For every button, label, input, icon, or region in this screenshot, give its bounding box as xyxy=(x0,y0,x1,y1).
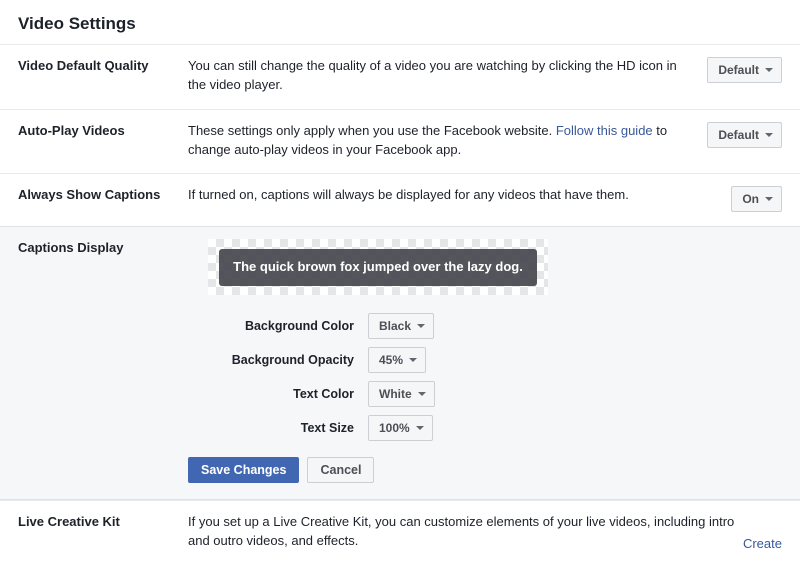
option-background-color: Background Color Black xyxy=(188,313,768,339)
video-settings-panel: Video Settings Video Default Quality You… xyxy=(0,0,800,565)
text-size-dropdown[interactable]: 100% xyxy=(368,415,433,441)
row-label: Video Default Quality xyxy=(18,57,188,95)
dropdown-value: White xyxy=(379,385,412,403)
dropdown-value: 45% xyxy=(379,351,403,369)
cancel-button[interactable]: Cancel xyxy=(307,457,374,483)
background-color-dropdown[interactable]: Black xyxy=(368,313,434,339)
caption-sample-text: The quick brown fox jumped over the lazy… xyxy=(219,249,537,286)
row-video-default-quality: Video Default Quality You can still chan… xyxy=(0,44,800,109)
row-description: If turned on, captions will always be di… xyxy=(188,186,731,212)
option-background-opacity: Background Opacity 45% xyxy=(188,347,768,373)
text-color-dropdown[interactable]: White xyxy=(368,381,435,407)
page-title: Video Settings xyxy=(0,0,800,44)
row-captions-display: Captions Display The quick brown fox jum… xyxy=(0,226,800,500)
option-label: Text Color xyxy=(188,385,368,403)
row-description: You can still change the quality of a vi… xyxy=(188,57,707,95)
row-always-show-captions: Always Show Captions If turned on, capti… xyxy=(0,173,800,226)
dropdown-value: 100% xyxy=(379,419,410,437)
dropdown-value: On xyxy=(742,190,759,208)
option-text-color: Text Color White xyxy=(188,381,768,407)
caret-down-icon xyxy=(765,133,773,137)
background-opacity-dropdown[interactable]: 45% xyxy=(368,347,426,373)
video-quality-dropdown[interactable]: Default xyxy=(707,57,782,83)
caret-down-icon xyxy=(418,392,426,396)
caret-down-icon xyxy=(765,68,773,72)
dropdown-value: Default xyxy=(718,61,759,79)
option-label: Text Size xyxy=(188,419,368,437)
caret-down-icon xyxy=(417,324,425,328)
option-text-size: Text Size 100% xyxy=(188,415,768,441)
caret-down-icon xyxy=(409,358,417,362)
caret-down-icon xyxy=(765,197,773,201)
caret-down-icon xyxy=(416,426,424,430)
autoplay-dropdown[interactable]: Default xyxy=(707,122,782,148)
row-label: Always Show Captions xyxy=(18,186,188,212)
captions-display-body: The quick brown fox jumped over the lazy… xyxy=(188,239,782,483)
row-label: Captions Display xyxy=(18,239,188,483)
option-label: Background Color xyxy=(188,317,368,335)
row-description: If you set up a Live Creative Kit, you c… xyxy=(188,513,743,551)
row-label: Live Creative Kit xyxy=(18,513,188,551)
always-show-captions-dropdown[interactable]: On xyxy=(731,186,782,212)
dropdown-value: Default xyxy=(718,126,759,144)
dropdown-value: Black xyxy=(379,317,411,335)
row-description: These settings only apply when you use t… xyxy=(188,122,707,160)
row-autoplay-videos: Auto-Play Videos These settings only app… xyxy=(0,109,800,174)
row-label: Auto-Play Videos xyxy=(18,122,188,160)
caption-preview-area: The quick brown fox jumped over the lazy… xyxy=(208,239,548,295)
option-label: Background Opacity xyxy=(188,351,368,369)
save-changes-button[interactable]: Save Changes xyxy=(188,457,299,483)
row-live-creative-kit: Live Creative Kit If you set up a Live C… xyxy=(0,500,800,565)
create-live-kit-link[interactable]: Create xyxy=(743,536,782,551)
follow-this-guide-link[interactable]: Follow this guide xyxy=(556,123,653,138)
